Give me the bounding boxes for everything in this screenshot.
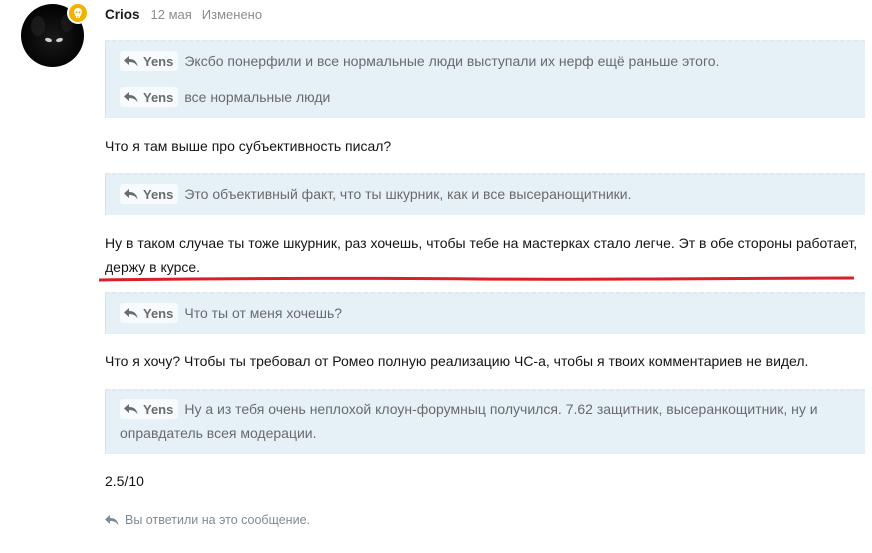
avatar-eye-right bbox=[55, 37, 64, 43]
reply-arrow-icon bbox=[124, 91, 138, 102]
red-underline-annotation bbox=[99, 276, 854, 282]
quote-block: Yens Что ты от меня хочешь? bbox=[105, 292, 865, 334]
quote-text: Эксбо понерфили и все нормальные люди вы… bbox=[184, 53, 720, 69]
reply-arrow-icon bbox=[124, 307, 138, 318]
reply-arrow-icon bbox=[124, 55, 138, 66]
quote-author-name: Yens bbox=[143, 186, 174, 202]
quote-text-continued: оправдатель всея модерации. bbox=[120, 425, 317, 441]
quote-author-name: Yens bbox=[143, 305, 174, 321]
quote-author-name: Yens bbox=[143, 401, 174, 417]
message-text: Ну в таком случае ты тоже шкурник, раз х… bbox=[105, 235, 858, 251]
quote-author-name: Yens bbox=[143, 53, 174, 69]
reply-arrow-icon bbox=[124, 188, 138, 199]
quote-block: Yens Эксбо понерфили и все нормальные лю… bbox=[105, 40, 865, 118]
quote-author-name: Yens bbox=[143, 89, 174, 105]
post-header: Crios 12 мая Изменено bbox=[105, 7, 262, 22]
quote-text: Это объективный факт, что ты шкурник, ка… bbox=[184, 186, 632, 202]
quote-text: Ну а из тебя очень неплохой клоун-форумн… bbox=[184, 401, 818, 417]
quote-border bbox=[105, 389, 865, 391]
replied-text: Вы ответили на это сообщение. bbox=[125, 513, 310, 527]
skull-badge-icon bbox=[67, 2, 89, 24]
quote-border bbox=[105, 40, 865, 42]
reply-arrow-icon bbox=[105, 514, 119, 525]
quote-border bbox=[105, 292, 865, 294]
replied-indicator: Вы ответили на это сообщение. bbox=[105, 513, 310, 527]
reply-arrow-icon bbox=[124, 403, 138, 414]
quote-block: Yens Это объективный факт, что ты шкурни… bbox=[105, 173, 865, 215]
quote-author-button[interactable]: Yens bbox=[120, 303, 179, 323]
quote-text: Что ты от меня хочешь? bbox=[184, 305, 343, 321]
quote-author-button[interactable]: Yens bbox=[120, 51, 179, 71]
edited-label: Изменено bbox=[201, 7, 263, 22]
message-text: Что я хочу? Чтобы ты требовал от Ромео п… bbox=[105, 353, 809, 369]
avatar-eye-left bbox=[44, 37, 53, 43]
quote-author-button[interactable]: Yens bbox=[120, 184, 179, 204]
quote-author-button[interactable]: Yens bbox=[120, 87, 179, 107]
post-date[interactable]: 12 мая bbox=[151, 7, 192, 22]
quote-border bbox=[105, 173, 865, 175]
message-text: Что я там выше про субъективность писал? bbox=[105, 138, 392, 154]
quote-author-button[interactable]: Yens bbox=[120, 399, 179, 419]
quote-block: Yens Ну а из тебя очень неплохой клоун-ф… bbox=[105, 389, 865, 454]
message-text: 2.5/10 bbox=[105, 473, 144, 489]
quote-text: все нормальные люди bbox=[184, 89, 331, 105]
author-name[interactable]: Crios bbox=[105, 7, 140, 22]
